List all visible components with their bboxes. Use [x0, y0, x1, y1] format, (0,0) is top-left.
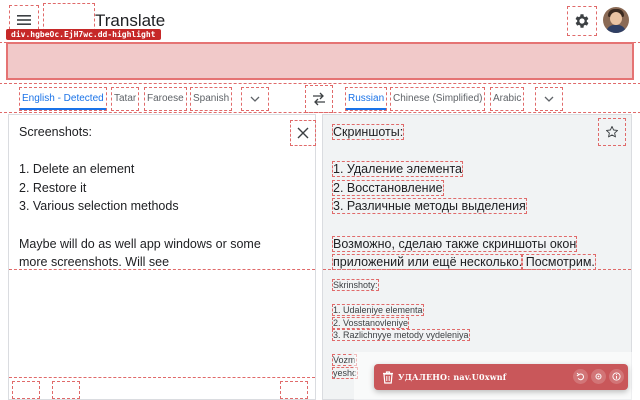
- settings-icon: [575, 14, 589, 28]
- source-toolbar: [9, 377, 315, 399]
- target-language-russian[interactable]: Russian: [344, 87, 388, 111]
- source-divider: [9, 269, 315, 270]
- transliteration-line: 3. Razlichnyye metody vydeleniya: [332, 329, 595, 342]
- gear-icon: [595, 373, 602, 380]
- translate-page: Translate div.hgbeOc.EjH7wc.dd-highlight…: [0, 0, 640, 400]
- source-line: 1. Delete an element: [19, 162, 135, 177]
- transliteration-line: 1. Udaleniye elementa: [332, 304, 595, 317]
- transliteration-segment: Vozm: [332, 354, 357, 366]
- info-icon: [612, 372, 621, 381]
- avatar-face: [610, 12, 622, 25]
- deleted-element-toast: УДАЛЕНО: nav.U0xwnf: [374, 364, 628, 390]
- translation-line: [333, 142, 595, 161]
- transliteration-line: 2. Vosstanovleniye: [331, 316, 595, 330]
- translation-segment[interactable]: 2. Восстановление: [332, 179, 444, 196]
- trash-icon: [383, 371, 393, 384]
- language-bar: English - Detected Tatar Faroese Spanish…: [0, 83, 640, 113]
- translation-segment[interactable]: 3. Различные методы выделения: [332, 198, 527, 215]
- swap-languages-button[interactable]: [305, 85, 333, 113]
- translation-line: 1. Удаление элемента: [332, 160, 595, 179]
- target-language-more-button[interactable]: [535, 87, 563, 111]
- target-language-chinese-simplified[interactable]: Chinese (Simplified): [389, 87, 486, 111]
- clear-source-button[interactable]: [290, 120, 316, 146]
- app-title: Translate: [95, 11, 166, 30]
- source-language-more-button[interactable]: [241, 87, 269, 111]
- transliteration-line: [333, 292, 595, 305]
- toast-settings-button[interactable]: [591, 369, 606, 384]
- source-text-input[interactable]: Screenshots: 1. Delete an element 2. Res…: [19, 123, 289, 272]
- translation-line: Возможно, сделаю также скриншоты окон: [331, 235, 595, 254]
- swap-icon: [313, 92, 325, 106]
- transliteration-segment: 3. Razlichnyye metody vydeleniya: [332, 329, 470, 341]
- source-line: [19, 142, 289, 161]
- source-language-tatar[interactable]: Tatar: [110, 87, 140, 111]
- source-line: Screenshots:: [19, 125, 92, 139]
- toast-undo-button[interactable]: [573, 369, 588, 384]
- source-line: Maybe will do as well app windows or som…: [19, 236, 261, 251]
- translation-line: 3. Различные методы выделения: [332, 197, 595, 216]
- chevron-down-icon: [544, 96, 554, 102]
- translation-line: 2. Восстановление: [332, 179, 595, 198]
- settings-button[interactable]: [567, 6, 597, 36]
- star-icon: [605, 125, 619, 138]
- highlight-tag: div.hgbeOc.EjH7wc.dd-highlight: [6, 29, 161, 40]
- undo-icon: [576, 372, 584, 381]
- account-avatar[interactable]: [603, 7, 629, 33]
- source-voice-button[interactable]: [52, 381, 80, 399]
- source-language-faroese[interactable]: Faroese: [144, 87, 187, 111]
- transliteration-segment: 1. Udaleniye elementa: [332, 304, 424, 316]
- toast-message: УДАЛЕНО: nav.U0xwnf: [398, 372, 507, 382]
- translation-segment[interactable]: приложений или ещё несколько.: [331, 254, 524, 271]
- transliteration-segment: Skrinshoty:: [332, 279, 379, 291]
- translation-line: [333, 216, 595, 235]
- source-language-detected[interactable]: English - Detected: [19, 87, 107, 111]
- source-listen-button[interactable]: [12, 381, 40, 399]
- source-line: 2. Restore it: [19, 180, 87, 195]
- translation-segment[interactable]: Посмотрим.: [521, 254, 596, 271]
- translation-segment[interactable]: Скриншоты:: [331, 124, 405, 140]
- transliteration-segment: yeshc: [332, 366, 358, 379]
- translation-segment[interactable]: 1. Удаление элемента: [332, 161, 463, 178]
- source-line: [19, 216, 289, 235]
- source-char-count: [280, 381, 308, 399]
- close-icon: [297, 127, 309, 139]
- source-line: 3. Various selection methods: [19, 199, 179, 214]
- transliteration-segment: 2. Vosstanovleniye: [331, 316, 410, 329]
- toast-info-button[interactable]: [609, 369, 624, 384]
- menu-icon: [17, 15, 31, 25]
- save-translation-button[interactable]: [598, 118, 626, 146]
- target-language-arabic[interactable]: Arabic: [489, 87, 525, 111]
- translation-line: Скриншоты:: [331, 123, 595, 142]
- avatar-shirt: [606, 25, 626, 33]
- transliteration-divider: [323, 269, 631, 270]
- translation-segment[interactable]: Возможно, сделаю также скриншоты окон: [331, 235, 578, 252]
- source-panel: Screenshots: 1. Delete an element 2. Res…: [8, 114, 316, 400]
- source-language-spanish[interactable]: Spanish: [189, 87, 233, 111]
- highlighted-element[interactable]: [6, 42, 634, 80]
- transliteration-line: Skrinshoty:: [332, 279, 595, 292]
- translation-output: Скриншоты: 1. Удаление элемента 2. Восстан…: [331, 123, 596, 272]
- chevron-down-icon: [250, 96, 260, 102]
